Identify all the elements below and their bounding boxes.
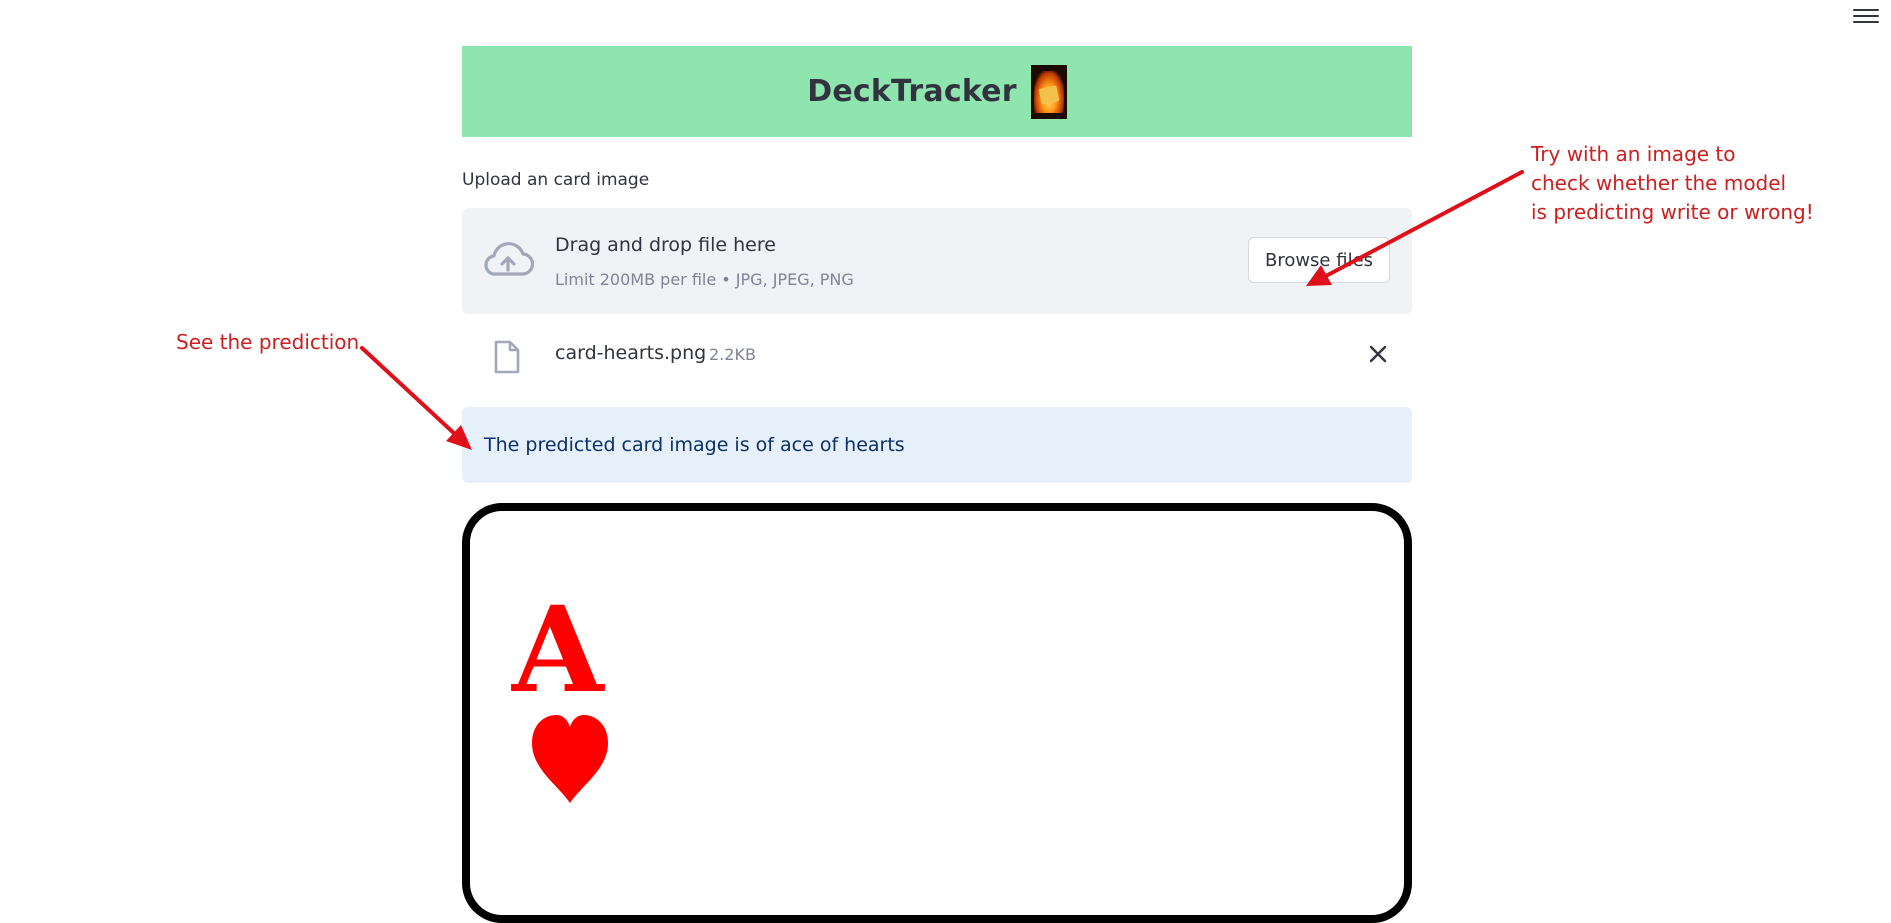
heart-icon [532,715,608,803]
uploaded-file-row: card-hearts.png 2.2KB [462,330,1412,378]
remove-file-button[interactable] [1366,342,1390,366]
uploaded-card-image: A [462,503,1412,923]
upload-annotation-line: check whether the model [1531,171,1787,195]
file-size: 2.2KB [709,345,756,364]
card-rank: A [512,580,604,719]
file-dropzone[interactable]: Drag and drop file here Limit 200MB per … [462,208,1412,314]
browse-files-button[interactable]: Browse files [1248,237,1390,283]
prediction-alert: The predicted card image is of ace of he… [462,407,1412,483]
hamburger-menu-icon [1853,9,1879,11]
prediction-annotation: See the prediction [176,330,360,354]
upload-annotation: Try with an image to check whether the m… [1531,140,1814,227]
upload-annotation-line: Try with an image to [1531,142,1736,166]
page-title: DeckTracker [807,74,1017,109]
file-name: card-hearts.png [555,342,707,364]
dropzone-limit: Limit 200MB per file • JPG, JPEG, PNG [555,270,854,289]
card-logo-icon [1030,64,1067,119]
upload-label: Upload an card image [462,170,650,190]
app-header: DeckTracker [462,46,1412,137]
upload-annotation-line: is predicting write or wrong! [1531,200,1814,224]
cloud-upload-icon [484,242,534,276]
arrow-to-prediction [360,346,472,450]
close-icon [1369,345,1387,363]
file-icon [494,340,520,374]
main-menu-button[interactable] [1853,6,1879,28]
prediction-text: The predicted card image is of ace of he… [484,434,905,456]
dropzone-title: Drag and drop file here [555,234,776,256]
